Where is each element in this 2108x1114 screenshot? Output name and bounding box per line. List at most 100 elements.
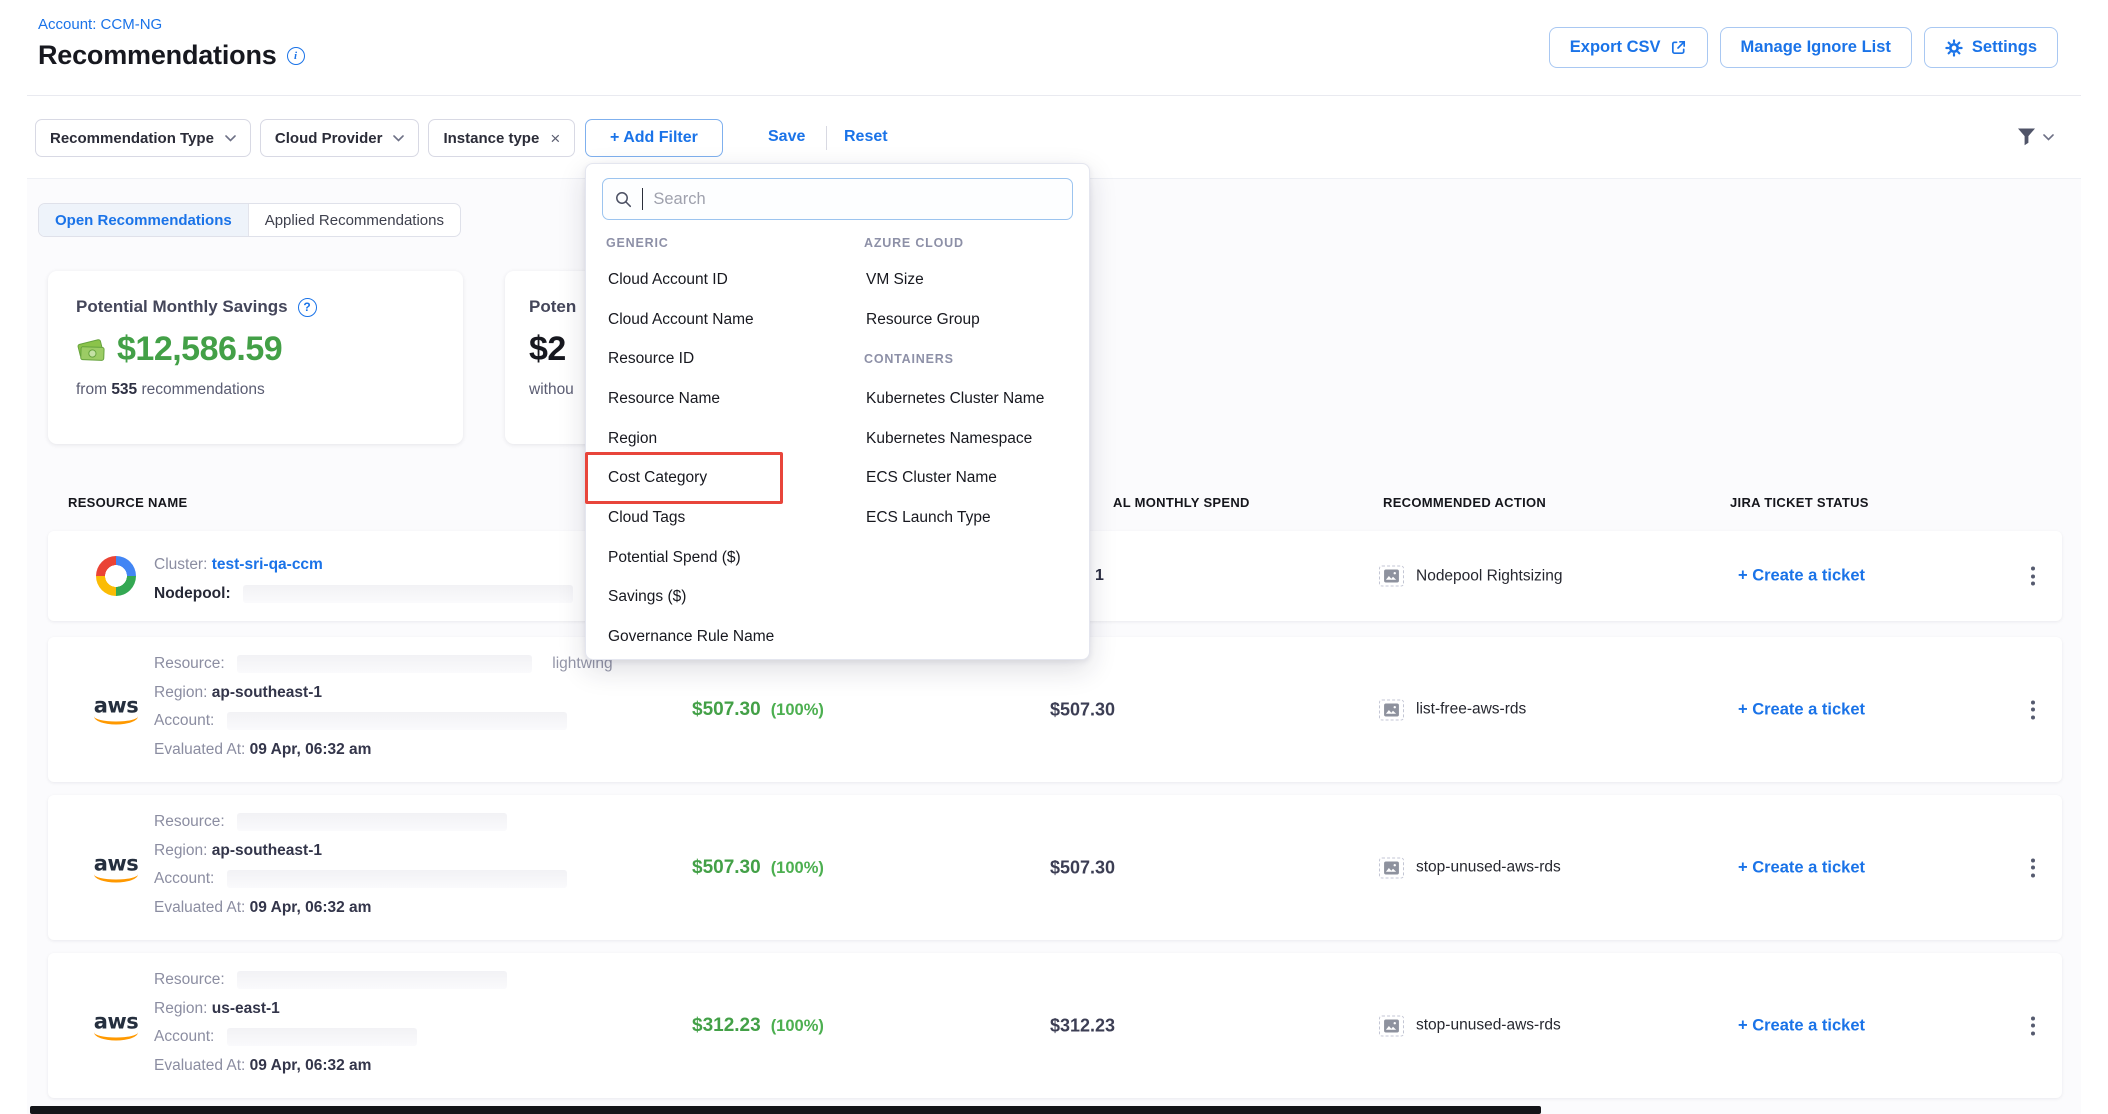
filter-option-resource-group[interactable]: Resource Group bbox=[864, 300, 1094, 340]
row-menu-kebab-icon[interactable] bbox=[2025, 1010, 2041, 1041]
add-filter-button[interactable]: + Add Filter bbox=[585, 119, 723, 157]
cluster-name-link[interactable]: test-sri-qa-ccm bbox=[212, 556, 323, 573]
filter-option-kubernetes-namespace[interactable]: Kubernetes Namespace bbox=[864, 419, 1094, 459]
redacted-value bbox=[237, 655, 532, 673]
occluded-card-title-fragment: Poten bbox=[529, 297, 576, 317]
account-label: Account: bbox=[154, 870, 214, 887]
page-title: Recommendations bbox=[38, 40, 277, 71]
row-menu-kebab-icon[interactable] bbox=[2025, 852, 2041, 883]
savings-percent: (100%) bbox=[771, 701, 824, 720]
filter-panel-toggle[interactable] bbox=[2016, 127, 2054, 147]
savings-percent: (100%) bbox=[771, 859, 824, 878]
monthly-savings-cell: $312.23 (100%) bbox=[692, 1015, 824, 1037]
redacted-value bbox=[227, 712, 567, 730]
savings-count: 535 bbox=[111, 381, 137, 398]
recommendations-tabs: Open Recommendations Applied Recommendat… bbox=[38, 203, 461, 237]
region-label: Region: bbox=[154, 842, 207, 859]
create-ticket-link[interactable]: + Create a ticket bbox=[1738, 567, 1865, 586]
recommended-action-label: list-free-aws-rds bbox=[1416, 701, 1526, 719]
filter-option-cloud-account-name[interactable]: Cloud Account Name bbox=[606, 300, 854, 340]
tab-open-recommendations[interactable]: Open Recommendations bbox=[39, 204, 248, 236]
broken-image-icon bbox=[1379, 1015, 1404, 1036]
search-icon bbox=[615, 191, 632, 208]
create-ticket-link[interactable]: + Create a ticket bbox=[1738, 700, 1865, 719]
generic-section-heading: GENERIC bbox=[606, 226, 854, 260]
region-value: ap-southeast-1 bbox=[212, 684, 322, 701]
recommended-action-label: Nodepool Rightsizing bbox=[1416, 567, 1562, 585]
region-value: ap-southeast-1 bbox=[212, 842, 322, 859]
save-filter-link[interactable]: Save bbox=[768, 128, 805, 146]
reset-filter-link[interactable]: Reset bbox=[844, 128, 888, 146]
row-menu-kebab-icon[interactable] bbox=[2025, 694, 2041, 725]
row-menu-kebab-icon[interactable] bbox=[2025, 561, 2041, 592]
create-ticket-link[interactable]: + Create a ticket bbox=[1738, 1016, 1865, 1035]
chip-cloud-provider-label: Cloud Provider bbox=[275, 130, 383, 147]
potential-monthly-savings-card: Potential Monthly Savings ? $12,586.59 f… bbox=[48, 271, 463, 444]
external-link-icon bbox=[1670, 39, 1687, 56]
settings-button[interactable]: Settings bbox=[1924, 27, 2058, 68]
chip-cloud-provider[interactable]: Cloud Provider bbox=[260, 119, 420, 157]
export-csv-label: Export CSV bbox=[1570, 38, 1661, 57]
dropdown-generic-column: GENERIC Cloud Account ID Cloud Account N… bbox=[606, 226, 854, 657]
table-row[interactable]: aws Resource: Region: us-east-1 Account:… bbox=[48, 953, 2062, 1098]
redacted-value bbox=[227, 870, 567, 888]
redacted-value bbox=[237, 971, 507, 989]
filter-option-ecs-launch-type[interactable]: ECS Launch Type bbox=[864, 498, 1094, 538]
gear-icon bbox=[1945, 39, 1963, 57]
search-input[interactable] bbox=[653, 190, 1060, 209]
manage-ignore-list-label: Manage Ignore List bbox=[1741, 38, 1891, 57]
chip-recommendation-type[interactable]: Recommendation Type bbox=[35, 119, 251, 157]
savings-percent: (100%) bbox=[771, 1017, 824, 1036]
create-ticket-link[interactable]: + Create a ticket bbox=[1738, 858, 1865, 877]
column-header-resource-name: RESOURCE NAME bbox=[68, 495, 187, 510]
recommended-action-label: stop-unused-aws-rds bbox=[1416, 1017, 1561, 1035]
manage-ignore-list-button[interactable]: Manage Ignore List bbox=[1720, 27, 1912, 68]
header-divider bbox=[27, 95, 2081, 96]
filter-option-potential-spend[interactable]: Potential Spend ($) bbox=[606, 538, 854, 578]
table-row[interactable]: aws Resource: Region: ap-southeast-1 Acc… bbox=[48, 795, 2062, 940]
chevron-down-icon bbox=[2043, 134, 2054, 141]
total-monthly-spend-value: $507.30 bbox=[1050, 699, 1115, 720]
tab-applied-recommendations[interactable]: Applied Recommendations bbox=[248, 204, 460, 236]
chip-instance-type[interactable]: Instance type × bbox=[428, 119, 575, 157]
evaluated-at-label: Evaluated At: bbox=[154, 1057, 245, 1074]
filter-option-kubernetes-cluster-name[interactable]: Kubernetes Cluster Name bbox=[864, 379, 1094, 419]
chevron-down-icon bbox=[225, 135, 236, 142]
dropdown-search-box[interactable] bbox=[602, 178, 1073, 220]
recommended-action-cell: stop-unused-aws-rds bbox=[1379, 857, 1561, 878]
recommended-action-cell: stop-unused-aws-rds bbox=[1379, 1015, 1561, 1036]
bottom-bar bbox=[30, 1106, 1541, 1114]
filter-option-savings[interactable]: Savings ($) bbox=[606, 578, 854, 618]
filter-option-ecs-cluster-name[interactable]: ECS Cluster Name bbox=[864, 458, 1094, 498]
filter-option-region[interactable]: Region bbox=[606, 419, 854, 459]
export-csv-button[interactable]: Export CSV bbox=[1549, 27, 1708, 68]
header-actions: Export CSV Manage Ignore List bbox=[1549, 27, 2058, 68]
resource-label: Resource: bbox=[154, 655, 225, 672]
filter-option-cloud-account-id[interactable]: Cloud Account ID bbox=[606, 260, 854, 300]
chip-instance-type-label: Instance type bbox=[443, 130, 539, 147]
column-header-total-monthly-spend: AL MONTHLY SPEND bbox=[1113, 495, 1250, 510]
filter-option-resource-name[interactable]: Resource Name bbox=[606, 379, 854, 419]
filter-option-cost-category[interactable]: Cost Category bbox=[606, 458, 854, 498]
aws-icon: aws bbox=[88, 1011, 144, 1040]
total-monthly-spend-value: $507.30 bbox=[1050, 857, 1115, 878]
redacted-value bbox=[237, 813, 507, 831]
savings-card-title: Potential Monthly Savings bbox=[76, 297, 288, 317]
close-icon[interactable]: × bbox=[550, 130, 560, 147]
money-icon bbox=[76, 337, 108, 363]
filter-option-cloud-tags[interactable]: Cloud Tags bbox=[606, 498, 854, 538]
recommended-action-label: stop-unused-aws-rds bbox=[1416, 859, 1561, 877]
filter-option-vm-size[interactable]: VM Size bbox=[864, 260, 1094, 300]
filter-chips: Recommendation Type Cloud Provider Insta… bbox=[35, 119, 575, 157]
help-icon[interactable]: ? bbox=[298, 298, 317, 317]
azure-cloud-section-heading: AZURE CLOUD bbox=[864, 226, 1094, 260]
breadcrumb[interactable]: Account: CCM-NG bbox=[38, 16, 162, 33]
region-value: us-east-1 bbox=[212, 1000, 280, 1017]
gcp-icon bbox=[88, 556, 144, 596]
aws-icon: aws bbox=[88, 853, 144, 882]
savings-amount: $12,586.59 bbox=[117, 330, 282, 369]
savings-subtext: from 535 recommendations bbox=[76, 381, 435, 399]
filter-option-governance-rule-name[interactable]: Governance Rule Name bbox=[606, 617, 854, 657]
filter-option-resource-id[interactable]: Resource ID bbox=[606, 339, 854, 379]
info-icon[interactable]: i bbox=[287, 47, 305, 65]
